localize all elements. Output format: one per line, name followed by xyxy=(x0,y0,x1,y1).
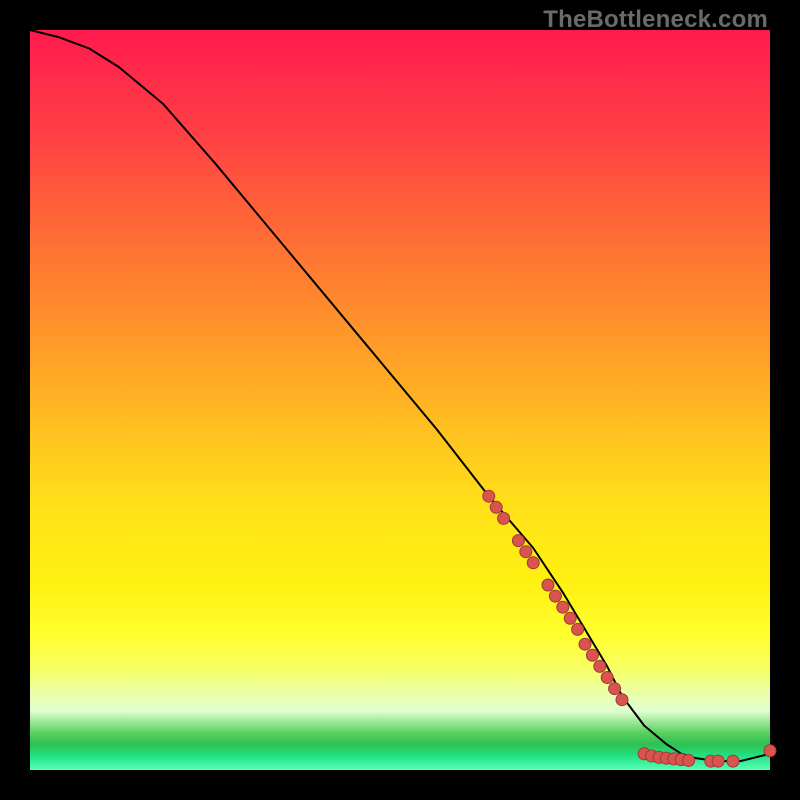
data-point xyxy=(572,623,584,635)
data-point xyxy=(712,755,724,767)
data-point xyxy=(549,590,561,602)
data-point xyxy=(512,535,524,547)
data-point xyxy=(594,660,606,672)
data-point xyxy=(764,745,776,757)
data-point xyxy=(483,490,495,502)
chart-svg xyxy=(30,30,770,770)
data-point xyxy=(564,612,576,624)
data-point xyxy=(498,512,510,524)
chart-frame: TheBottleneck.com xyxy=(0,0,800,800)
data-point xyxy=(490,501,502,513)
data-point xyxy=(520,546,532,558)
data-point xyxy=(616,694,628,706)
data-point xyxy=(683,754,695,766)
data-point xyxy=(601,672,613,684)
data-point xyxy=(609,683,621,695)
data-point xyxy=(727,755,739,767)
data-point xyxy=(542,579,554,591)
data-point xyxy=(579,638,591,650)
curve-line xyxy=(30,30,770,761)
data-point xyxy=(586,649,598,661)
plot-area xyxy=(30,30,770,770)
data-point xyxy=(527,557,539,569)
data-points xyxy=(483,490,776,767)
data-point xyxy=(557,601,569,613)
